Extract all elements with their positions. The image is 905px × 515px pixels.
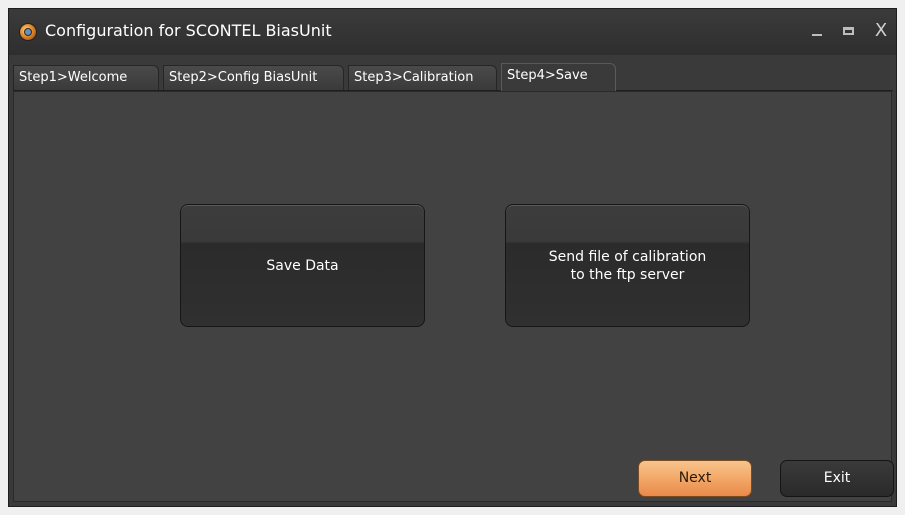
tab-bar: Step1>Welcome Step2>Config BiasUnit Step…	[13, 63, 893, 91]
minimize-icon	[812, 34, 822, 36]
app-icon	[19, 23, 37, 41]
send-ftp-button[interactable]: Send file of calibration to the ftp serv…	[505, 204, 750, 327]
tab-content-panel: Save Data Send file of calibration to th…	[13, 91, 894, 502]
save-data-button[interactable]: Save Data	[180, 204, 425, 327]
close-button[interactable]: X	[871, 21, 891, 41]
app-window: Configuration for SCONTEL BiasUnit X Ste…	[8, 8, 897, 507]
title-bar[interactable]: Configuration for SCONTEL BiasUnit X	[9, 9, 896, 55]
window-title: Configuration for SCONTEL BiasUnit	[45, 21, 332, 40]
tab-step3-calibration[interactable]: Step3>Calibration	[348, 65, 497, 90]
maximize-icon	[843, 27, 854, 35]
next-button[interactable]: Next	[638, 460, 752, 497]
close-icon: X	[874, 20, 888, 41]
maximize-button[interactable]	[839, 21, 859, 41]
exit-button[interactable]: Exit	[780, 460, 894, 497]
tab-step1-welcome[interactable]: Step1>Welcome	[13, 65, 159, 90]
tab-step2-config-biasunit[interactable]: Step2>Config BiasUnit	[163, 65, 344, 90]
tab-step4-save[interactable]: Step4>Save	[501, 63, 616, 91]
save-data-label: Save Data	[266, 257, 339, 274]
send-ftp-label-line2: to the ftp server	[570, 266, 685, 283]
minimize-button[interactable]	[807, 21, 827, 41]
send-ftp-label-line1: Send file of calibration	[548, 248, 707, 265]
